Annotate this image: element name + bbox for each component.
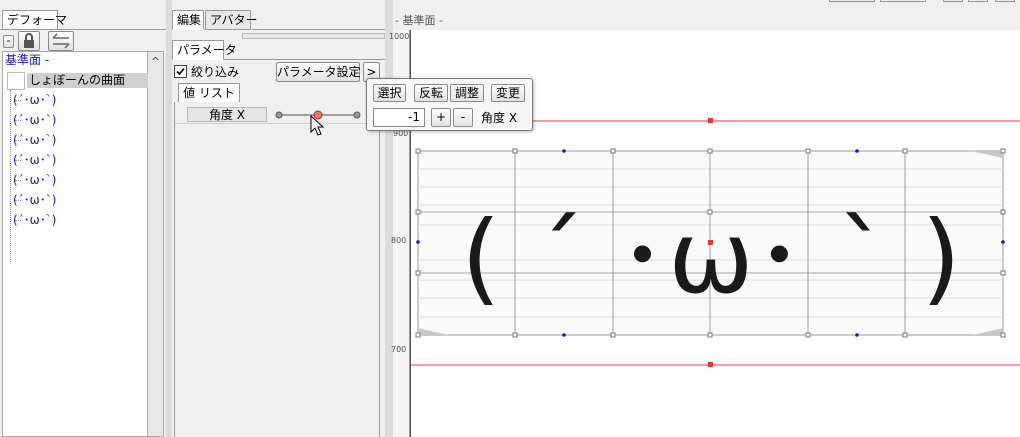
guide-handle-top: [708, 118, 713, 123]
selected-item-label: しょぼーんの曲面: [27, 73, 148, 88]
guide-handle-bottom: [708, 362, 713, 367]
popup-param-label: 角度 X: [481, 111, 518, 125]
slider-max-knob: [353, 111, 361, 119]
deform-popup: 選択 反転 調整 変更 -1 + - 角度 X: [366, 78, 533, 131]
tab-deformer[interactable]: デフォーマ: [2, 10, 67, 30]
adjust-button[interactable]: 調整: [450, 84, 484, 102]
tab-avatar[interactable]: アバター: [205, 10, 258, 30]
tab-edit[interactable]: 編集: [172, 10, 204, 30]
top-toolbar-strip: [823, 0, 1020, 4]
lock-icon: [24, 33, 34, 48]
flip-button[interactable]: 反転: [414, 84, 448, 102]
tree-guide-line: [10, 90, 11, 262]
edit-bar: [242, 33, 385, 39]
deformer-panel: デフォーマ - 基準面 - しょぼーんの曲面 (´･ω･`) (´･ω･`) (…: [0, 0, 166, 437]
slider-min-knob: [275, 111, 283, 119]
face-text: ( ´ ･ω･ ` ): [461, 199, 961, 316]
ruler-label: 1000: [389, 32, 410, 41]
decrement-button[interactable]: -: [453, 108, 473, 127]
increment-button[interactable]: +: [431, 108, 451, 127]
tab-value-list[interactable]: 値 リスト: [178, 83, 240, 103]
scroll-up-button[interactable]: ^: [148, 52, 163, 70]
canvas-area: - 基準面 - 1000 900 800 700 (´ ･ω･ `): [389, 0, 1020, 437]
toolbar-button[interactable]: [995, 0, 1015, 2]
toolbar-button[interactable]: [968, 0, 988, 2]
parameter-list: 角度 X: [174, 102, 380, 437]
tab-parameter[interactable]: パラメータ: [172, 40, 237, 60]
canvas-title: - 基準面 -: [395, 14, 443, 27]
tree-item[interactable]: (´･ω･`): [13, 210, 56, 230]
deformer-tree: 基準面 - しょぼーんの曲面 (´･ω･`) (´･ω･`) (´･ω･`) (…: [2, 51, 148, 437]
panel-splitter-right[interactable]: [385, 0, 393, 437]
item-checkbox[interactable]: [7, 72, 25, 90]
toolbar-button[interactable]: [880, 0, 926, 2]
parameter-settings-button[interactable]: パラメータ設定: [276, 62, 361, 82]
tree-item[interactable]: (´･ω･`): [13, 130, 56, 150]
edit-panel-header: [252, 29, 385, 30]
checkmark-icon: [176, 67, 185, 76]
ruler-label: 700: [391, 345, 407, 354]
tree-item[interactable]: (´･ω･`): [13, 110, 56, 130]
deformer-scrollbar[interactable]: ^: [148, 51, 164, 437]
value-field[interactable]: -1: [373, 108, 425, 127]
tab-underline: [0, 29, 166, 30]
filter-checkbox[interactable]: [174, 65, 187, 78]
toolbar-button[interactable]: [943, 0, 963, 2]
toolbar-button[interactable]: [829, 0, 875, 2]
select-button[interactable]: 選択: [373, 84, 406, 102]
change-button[interactable]: 変更: [491, 84, 525, 102]
ruler-label: 800: [391, 236, 407, 245]
filter-label: 絞り込み: [191, 65, 240, 79]
tree-item-selected[interactable]: しょぼーんの曲面: [7, 72, 148, 90]
tree-item[interactable]: (´･ω･`): [13, 190, 56, 210]
swap-arrows-icon: [52, 33, 70, 49]
tree-item[interactable]: (´･ω･`): [13, 150, 56, 170]
parameter-name-label[interactable]: 角度 X: [187, 107, 267, 122]
mouse-pointer-icon: [310, 115, 325, 136]
param-tab-underline: [224, 59, 385, 60]
tree-item[interactable]: (´･ω･`): [13, 90, 56, 110]
tree-root-label[interactable]: 基準面 -: [5, 52, 49, 68]
parameter-row: 角度 X: [175, 102, 379, 124]
collapse-all-button[interactable]: -: [3, 35, 14, 48]
tree-item[interactable]: (´･ω･`): [13, 170, 56, 190]
swap-button[interactable]: [48, 31, 74, 51]
lock-button[interactable]: [18, 31, 40, 51]
parameter-panel: 編集 アバター パラメータ 絞り込み パラメータ設定 > 値 リスト 角度 X: [172, 0, 385, 437]
center-handle: [708, 240, 713, 245]
